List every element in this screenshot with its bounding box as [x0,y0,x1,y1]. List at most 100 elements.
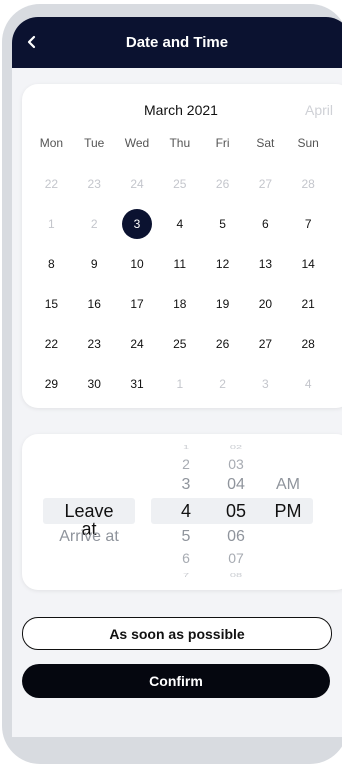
calendar-day-number: 8 [48,257,55,271]
calendar-day-number: 3 [262,377,269,391]
header-bar: Date and Time [12,17,342,68]
calendar-day-number: 4 [176,217,184,231]
calendar-day[interactable]: 1 [158,368,201,400]
calendar-day[interactable]: 26 [201,168,244,200]
calendar-day-number: 18 [173,297,187,311]
calendar-day[interactable]: 19 [201,288,244,320]
mode-option[interactable]: Arrive at [59,529,119,545]
app-screen: Date and Time March 2021 April Mon Tue Wed… [12,17,342,737]
calendar-day-number: 2 [219,377,226,391]
calendar-day-number: 29 [44,377,59,391]
minute-option-selected[interactable]: 05 [206,502,266,520]
calendar-day-number: 9 [90,257,98,271]
minute-option[interactable]: 02 [206,444,266,450]
calendar-day[interactable]: 26 [201,328,244,360]
calendar-day[interactable]: 7 [287,208,330,240]
calendar-day-number: 23 [87,337,101,351]
weekday-label: Sun [297,136,319,150]
calendar-day[interactable]: 20 [244,288,287,320]
calendar-day[interactable]: 13 [244,248,287,280]
calendar-day-number: 27 [258,337,273,351]
calendar-card: March 2021 April Mon Tue Wed Thu Fri Sat Sun 2… [22,84,342,408]
calendar-day-number: 1 [48,217,55,231]
calendar-day[interactable]: 25 [158,168,201,200]
calendar-day-number: 1 [176,377,184,391]
calendar-day[interactable]: 24 [116,328,159,360]
calendar-day[interactable]: 2 [73,208,116,240]
calendar-day-number: 31 [130,377,144,391]
calendar-day[interactable]: 15 [30,288,73,320]
calendar-day[interactable]: 21 [287,288,330,320]
calendar-day[interactable]: 9 [73,248,116,280]
calendar-day-number: 13 [258,257,273,271]
period-option-selected[interactable]: PM [258,502,318,520]
calendar-day[interactable]: 1 [30,208,73,240]
calendar-day[interactable]: 22 [30,168,73,200]
calendar-day[interactable]: 5 [201,208,244,240]
calendar-day[interactable]: 27 [244,168,287,200]
calendar-day-number: 26 [215,337,230,351]
period-option[interactable]: AM [258,477,318,493]
calendar-day-number: 3 [121,209,152,239]
calendar-day-number: 11 [173,257,187,271]
minute-option[interactable]: 07 [206,551,266,565]
calendar-day[interactable]: 29 [30,368,73,400]
calendar-day[interactable]: 4 [287,368,330,400]
calendar-day[interactable]: 17 [116,288,159,320]
weekday-header: Mon Tue Wed Thu Fri Sat Sun [30,136,330,150]
calendar-day[interactable]: 27 [244,328,287,360]
calendar-day[interactable]: 31 [116,368,159,400]
time-picker-card: Leave at Arrive at 1234567 02 03 04 05 06 07 08… [22,434,342,590]
current-month-label: March 2021 [144,102,218,118]
calendar-day-number: 7 [304,217,312,231]
calendar-day-number: 10 [130,257,144,271]
asap-button[interactable]: As soon as possible [22,617,332,650]
calendar-day[interactable]: 4 [158,208,201,240]
calendar-day[interactable]: 23 [73,168,116,200]
calendar-day-number: 12 [215,257,230,271]
calendar-day[interactable]: 2 [201,368,244,400]
calendar-day-number: 28 [301,337,315,351]
minute-option[interactable]: 03 [206,457,266,471]
calendar-day[interactable]: 28 [287,168,330,200]
page-title: Date and Time [125,34,229,51]
calendar-day-number: 14 [301,257,315,271]
calendar-day[interactable]: 18 [158,288,201,320]
confirm-button[interactable]: Confirm [22,664,330,698]
calendar-day[interactable]: 10 [116,248,159,280]
weekday-label: Mon [39,136,64,150]
calendar-day-number: 23 [87,177,101,191]
weekday-label: Tue [84,136,105,150]
calendar-day[interactable]: 11 [158,248,201,280]
calendar-day[interactable]: 6 [244,208,287,240]
calendar-day-number: 5 [219,217,226,231]
calendar-week-row: 15 16 17 18 19 20 21 [30,288,330,320]
calendar-day-number: 24 [130,177,144,191]
calendar-day-number: 16 [87,297,101,311]
calendar-day[interactable]: 3 [244,368,287,400]
calendar-week-row: 29 30 31 1 2 3 4 [30,368,330,400]
calendar-day-number: 26 [215,177,230,191]
calendar-day[interactable]: 30 [73,368,116,400]
calendar-day-number: 28 [301,177,315,191]
calendar-day[interactable]: 16 [73,288,116,320]
minute-option[interactable]: 04 [206,477,266,493]
minute-option[interactable]: 06 [206,529,266,545]
calendar-day[interactable]: 8 [30,248,73,280]
calendar-day-number: 6 [262,217,269,231]
calendar-day-number: 2 [90,217,98,231]
weekday-label: Fri [215,136,230,150]
calendar-day-selected[interactable]: 3 [116,208,159,240]
calendar-day[interactable]: 14 [287,248,330,280]
calendar-day[interactable]: 28 [287,328,330,360]
calendar-day-number: 15 [44,297,59,311]
calendar-day[interactable]: 23 [73,328,116,360]
next-month-label[interactable]: April [305,102,333,118]
calendar-day[interactable]: 25 [158,328,201,360]
calendar-day-number: 30 [87,377,101,391]
calendar-day[interactable]: 12 [201,248,244,280]
calendar-day-number: 22 [44,337,59,351]
calendar-day[interactable]: 24 [116,168,159,200]
minute-option[interactable]: 08 [206,572,266,578]
calendar-day[interactable]: 22 [30,328,73,360]
